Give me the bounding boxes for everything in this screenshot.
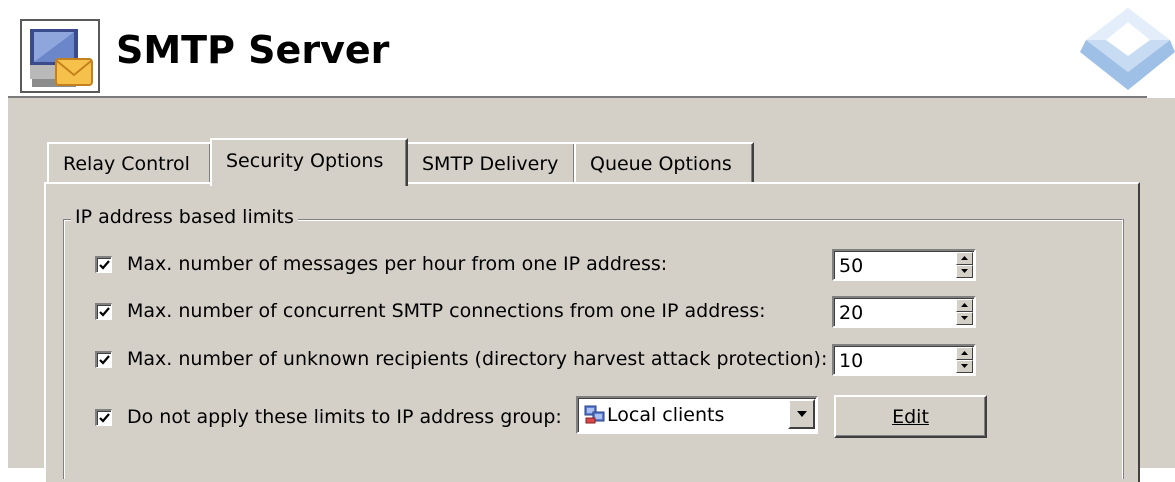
- selected-group: Local clients: [607, 404, 725, 426]
- spin-down-button[interactable]: [956, 265, 973, 278]
- spin-down-button[interactable]: [956, 312, 973, 325]
- local-clients-icon: [584, 405, 606, 425]
- tab-label: Relay Control: [63, 153, 190, 175]
- spin-up-button[interactable]: [956, 299, 973, 312]
- spin-up-button[interactable]: [956, 347, 973, 360]
- tab-label: SMTP Delivery: [422, 153, 559, 175]
- concurrent-connections-checkbox[interactable]: [95, 302, 112, 320]
- diamond-logo-icon: [1080, 0, 1175, 97]
- tab-label: Security Options: [226, 150, 384, 172]
- unknown-recipients-spinner[interactable]: 10: [832, 344, 976, 376]
- concurrent-connections-label: Max. number of concurrent SMTP connectio…: [127, 300, 766, 322]
- spinner-buttons: [956, 299, 973, 325]
- tab-smtp-delivery[interactable]: SMTP Delivery: [406, 142, 576, 185]
- spinner-buttons: [956, 252, 973, 278]
- mail-server-icon: [20, 19, 100, 93]
- spinner-value: 50: [839, 255, 864, 277]
- dropdown-arrow-button[interactable]: [788, 399, 815, 429]
- edit-button-label: Edit: [892, 405, 929, 428]
- limit-row-messages-per-hour: Max. number of messages per hour from on…: [95, 250, 667, 278]
- spinner-value: 10: [839, 350, 864, 372]
- tab-security-options[interactable]: Security Options: [210, 138, 408, 186]
- messages-per-hour-label: Max. number of messages per hour from on…: [127, 253, 668, 275]
- ip-group-dropdown[interactable]: Local clients: [576, 396, 818, 434]
- unknown-recipients-label: Max. number of unknown recipients (direc…: [127, 348, 828, 370]
- page-title: SMTP Server: [116, 28, 390, 72]
- exclude-group-checkbox[interactable]: [95, 408, 112, 426]
- tab-relay-control[interactable]: Relay Control: [47, 142, 212, 185]
- unknown-recipients-checkbox[interactable]: [95, 350, 112, 368]
- messages-per-hour-spinner[interactable]: 50: [832, 249, 976, 281]
- limit-row-concurrent-connections: Max. number of concurrent SMTP connectio…: [95, 297, 766, 325]
- limit-row-exclude-group: Do not apply these limits to IP address …: [95, 403, 562, 431]
- edit-group-button[interactable]: Edit: [834, 395, 987, 438]
- tab-label: Queue Options: [590, 153, 732, 175]
- spinner-buttons: [956, 347, 973, 373]
- messages-per-hour-checkbox[interactable]: [95, 255, 112, 273]
- header: SMTP Server: [0, 0, 1175, 98]
- tab-queue-options[interactable]: Queue Options: [574, 142, 754, 185]
- concurrent-connections-spinner[interactable]: 20: [832, 296, 976, 328]
- exclude-group-label: Do not apply these limits to IP address …: [127, 406, 562, 428]
- spin-down-button[interactable]: [956, 360, 973, 373]
- spin-up-button[interactable]: [956, 252, 973, 265]
- limit-row-unknown-recipients: Max. number of unknown recipients (direc…: [95, 345, 827, 373]
- spinner-value: 20: [839, 302, 864, 324]
- group-legend: IP address based limits: [71, 206, 298, 228]
